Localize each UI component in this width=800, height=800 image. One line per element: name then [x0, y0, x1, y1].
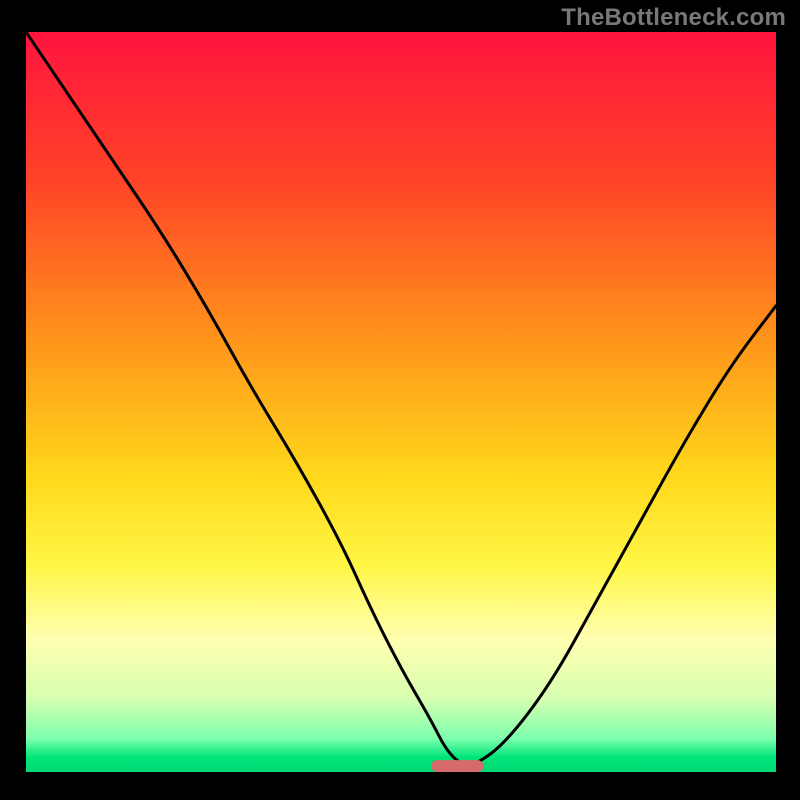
bottleneck-chart — [0, 0, 800, 800]
gradient-background — [26, 32, 776, 772]
watermark-text: TheBottleneck.com — [561, 4, 786, 32]
optimal-marker — [431, 760, 484, 772]
chart-frame: TheBottleneck.com — [0, 0, 800, 800]
